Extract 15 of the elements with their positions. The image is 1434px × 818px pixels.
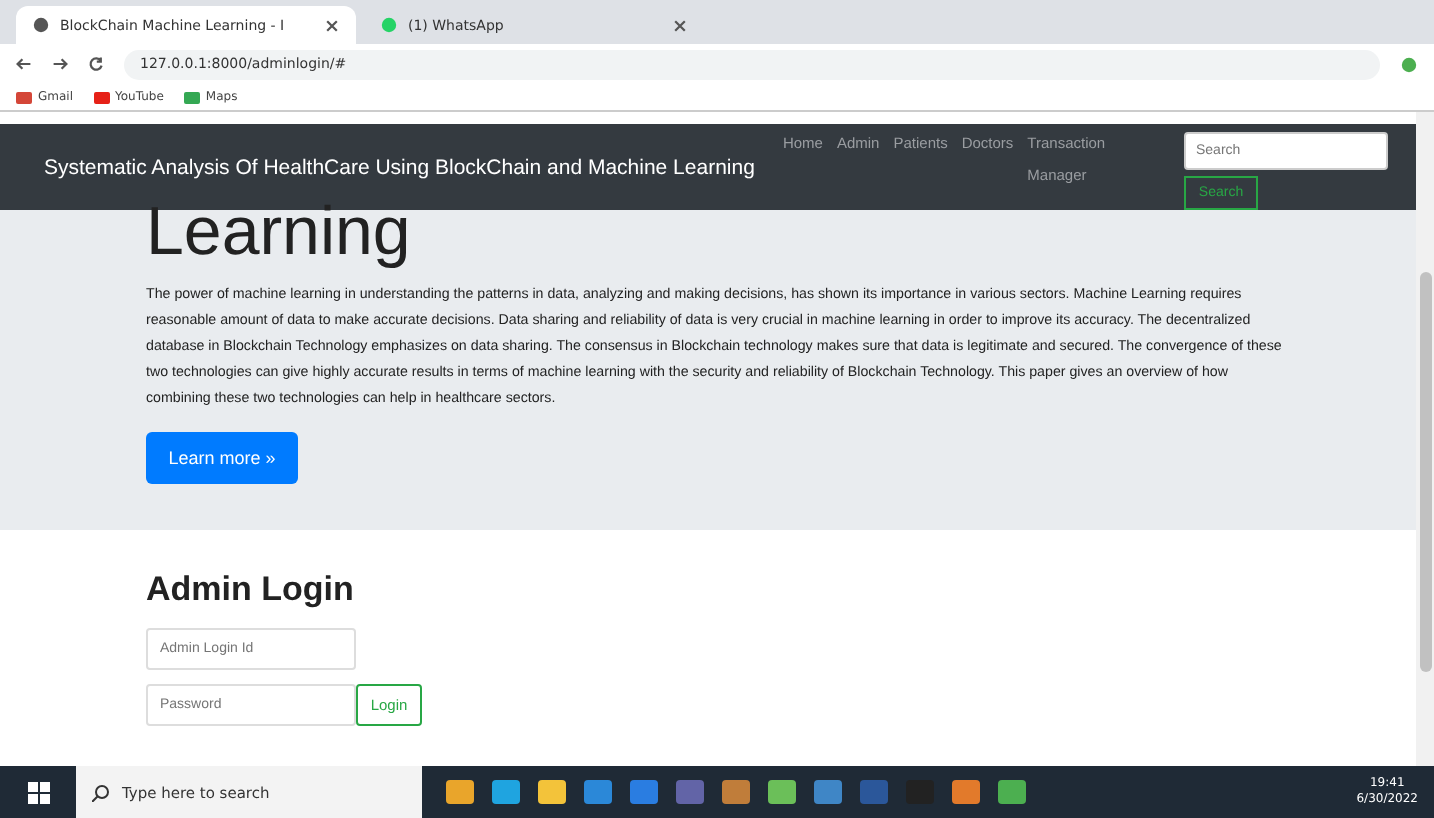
hero-heading: Learning — [146, 194, 411, 270]
scrollbar[interactable] — [1416, 112, 1434, 766]
forward-icon[interactable] — [52, 56, 68, 72]
bookmark-icon — [93, 91, 110, 103]
learn-more-button[interactable]: Learn more » — [146, 432, 298, 484]
bookmark-icon — [16, 91, 32, 103]
back-icon[interactable] — [16, 56, 32, 72]
login-title: Admin Login — [146, 570, 356, 610]
close-icon[interactable] — [324, 17, 340, 33]
search-icon — [92, 783, 110, 801]
close-icon[interactable] — [672, 17, 688, 33]
reload-icon[interactable] — [88, 56, 104, 72]
site-title[interactable]: Systematic Analysis Of HealthCare Using BlockChain and Machine Learning — [44, 155, 755, 179]
windows-icon[interactable] — [27, 781, 49, 803]
bookmark-icon — [183, 91, 200, 103]
